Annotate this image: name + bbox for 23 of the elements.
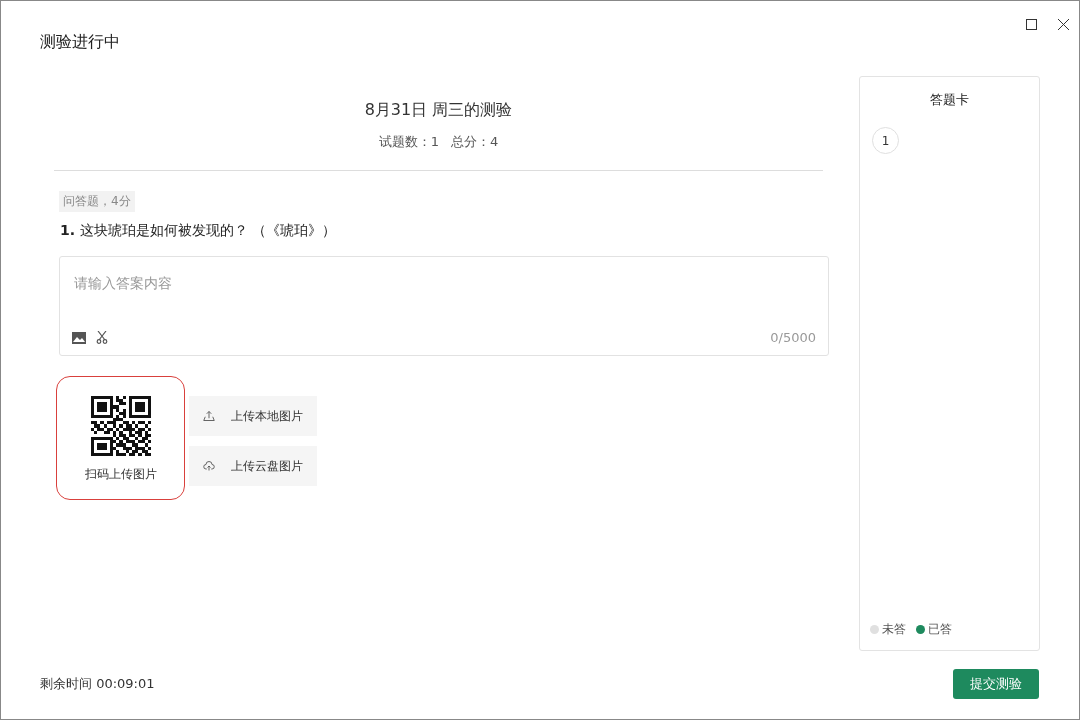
legend-label: 未答 (882, 621, 906, 638)
upload-button[interactable]: 上传本地图片 (189, 396, 317, 436)
legend-label: 已答 (928, 621, 952, 638)
qr-code-icon (90, 396, 151, 456)
close-button[interactable] (1056, 17, 1070, 31)
cloud-upload-icon (203, 459, 215, 473)
remaining-time: 剩余时间 00:09:01 (40, 675, 155, 693)
total-score: 总分：4 (451, 133, 499, 151)
upload-icon (203, 409, 215, 423)
quiz-title: 8月31日 周三的测验 (364, 100, 513, 121)
scissors-icon[interactable] (96, 331, 108, 344)
character-counter: 0/5000 (770, 330, 816, 345)
upload-button[interactable]: 上传云盘图片 (189, 446, 317, 486)
qr-upload-card[interactable]: 扫码上传图片 (56, 376, 185, 500)
question-number-button[interactable]: 1 (872, 127, 899, 154)
maximize-button[interactable] (1024, 17, 1038, 31)
answer-card-title: 答题卡 (929, 91, 970, 109)
image-icon[interactable] (72, 331, 86, 344)
submit-button[interactable]: 提交测验 (953, 669, 1039, 699)
question-type-tag: 问答题，4分 (59, 191, 135, 212)
window-title: 测验进行中 (40, 32, 120, 53)
question-count: 试题数：1 (378, 133, 439, 151)
question-text: 1. 这块琥珀是如何被发现的？ （《琥珀》） (60, 222, 337, 240)
